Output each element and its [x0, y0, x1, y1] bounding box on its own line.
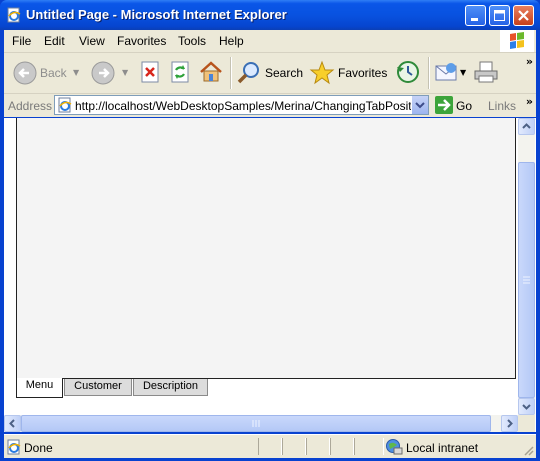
forward-dropdown-icon[interactable]: ▼ — [122, 68, 128, 77]
mail-dropdown-icon[interactable]: ▼ — [460, 68, 466, 77]
browser-window: Untitled Page - Microsoft Internet Explo… — [0, 0, 540, 461]
chevron-up-icon — [522, 123, 531, 129]
links-overflow-chevron[interactable]: » — [526, 95, 533, 108]
address-url[interactable]: http://localhost/WebDesktopSamples/Merin… — [75, 99, 428, 113]
search-label: Search — [265, 66, 304, 80]
status-bar: Done Local intranet — [4, 434, 536, 458]
toolbar-separator — [230, 57, 232, 89]
horizontal-scroll-thumb[interactable] — [21, 415, 491, 432]
back-dropdown-icon[interactable]: ▼ — [73, 68, 79, 77]
security-zone-label: Local intranet — [406, 441, 479, 455]
scroll-down-button[interactable] — [518, 398, 535, 415]
address-input[interactable]: http://localhost/WebDesktopSamples/Merin… — [54, 95, 429, 115]
menu-tools[interactable]: Tools — [178, 34, 206, 48]
menu-file[interactable]: File — [12, 34, 31, 48]
history-icon — [397, 61, 419, 83]
page-content: Menu Customer Description — [4, 118, 536, 432]
favorites-star-icon — [309, 60, 335, 85]
address-label: Address — [8, 99, 53, 113]
status-pane — [282, 438, 306, 455]
intranet-globe-icon — [386, 439, 403, 455]
grip-icon — [523, 276, 530, 284]
refresh-button[interactable] — [168, 59, 192, 87]
scroll-right-button[interactable] — [501, 415, 518, 432]
go-label: Go — [456, 99, 473, 113]
back-label: Back — [40, 66, 67, 80]
windows-flag-icon — [510, 32, 524, 49]
tab-description[interactable]: Description — [133, 379, 208, 396]
go-arrow-icon — [435, 96, 453, 114]
menu-edit[interactable]: Edit — [44, 34, 65, 48]
tab-panel — [16, 118, 516, 379]
mail-icon — [435, 63, 457, 81]
stop-button[interactable] — [138, 59, 162, 87]
favorites-button[interactable]: Favorites — [309, 59, 389, 87]
close-button[interactable] — [513, 5, 534, 26]
chevron-down-icon — [415, 102, 425, 109]
standard-toolbar: Back ▼ ▼ Search Favorites ▼ » — [4, 53, 536, 94]
status-pane — [330, 438, 354, 455]
back-arrow-icon — [13, 61, 37, 85]
print-button[interactable] — [472, 59, 500, 87]
stop-icon — [141, 61, 159, 83]
status-pane — [354, 438, 384, 455]
windows-logo — [500, 30, 534, 52]
links-toolbar[interactable]: Links — [488, 99, 516, 113]
mail-button[interactable]: ▼ — [434, 59, 468, 87]
vertical-scrollbar[interactable] — [518, 118, 535, 415]
menu-bar: File Edit View Favorites Tools Help — [4, 30, 536, 53]
menu-help[interactable]: Help — [219, 34, 244, 48]
close-icon — [518, 10, 529, 21]
ie-page-icon — [7, 7, 21, 23]
chevron-down-icon — [522, 404, 531, 410]
printer-icon — [474, 61, 498, 83]
forward-arrow-icon — [91, 61, 115, 85]
chevron-right-icon — [507, 419, 513, 428]
horizontal-scrollbar[interactable] — [4, 415, 518, 432]
page-status-icon — [7, 439, 21, 455]
address-bar: Address http://localhost/WebDesktopSampl… — [4, 94, 536, 117]
minimize-icon — [471, 18, 478, 21]
menu-view[interactable]: View — [79, 34, 105, 48]
grip-icon — [252, 420, 260, 427]
resize-grip-icon[interactable] — [522, 444, 534, 456]
vertical-scroll-thumb[interactable] — [518, 162, 535, 398]
go-button[interactable]: Go — [432, 95, 482, 115]
favorites-label: Favorites — [338, 66, 388, 80]
tab-menu[interactable]: Menu — [16, 378, 63, 398]
home-icon — [200, 61, 222, 82]
search-icon — [237, 62, 259, 84]
status-pane — [306, 438, 330, 455]
maximize-icon — [494, 10, 505, 21]
menu-favorites[interactable]: Favorites — [117, 34, 166, 48]
title-bar[interactable]: Untitled Page - Microsoft Internet Explo… — [0, 0, 540, 30]
home-button[interactable] — [198, 59, 224, 87]
chevron-left-icon — [9, 419, 15, 428]
toolbar-separator — [428, 57, 430, 89]
refresh-icon — [171, 61, 189, 83]
history-button[interactable] — [394, 59, 422, 87]
status-text: Done — [24, 441, 53, 455]
search-button[interactable]: Search — [236, 59, 304, 87]
scroll-up-button[interactable] — [518, 118, 535, 135]
address-dropdown-button[interactable] — [411, 96, 428, 114]
back-button[interactable]: Back ▼ — [10, 59, 79, 87]
toolbar-overflow-chevron[interactable]: » — [526, 55, 533, 68]
minimize-button[interactable] — [465, 5, 486, 26]
tab-customer[interactable]: Customer — [64, 379, 132, 396]
forward-button[interactable]: ▼ — [88, 59, 132, 87]
page-icon — [58, 97, 72, 113]
status-pane — [258, 438, 282, 455]
window-title: Untitled Page - Microsoft Internet Explo… — [26, 7, 287, 22]
scrollbar-corner — [518, 415, 535, 432]
maximize-button[interactable] — [489, 5, 510, 26]
scroll-left-button[interactable] — [4, 415, 21, 432]
